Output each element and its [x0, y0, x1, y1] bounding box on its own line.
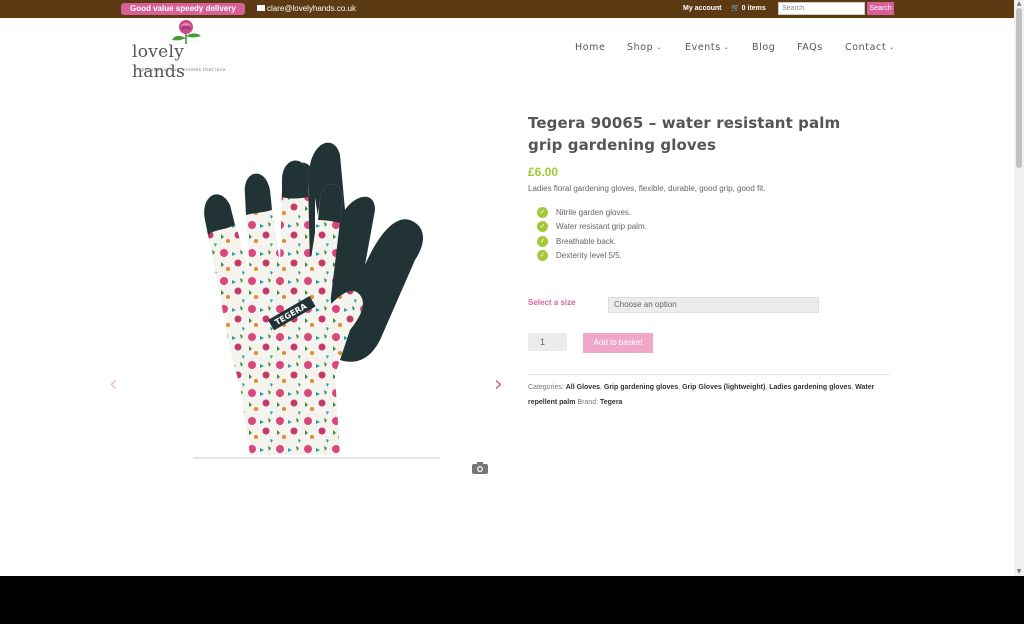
chevron-down-icon: ⌄ [723, 44, 730, 51]
camera-icon[interactable] [472, 462, 488, 474]
check-icon: ✓ [537, 221, 548, 233]
product-price: £6.00 [528, 165, 559, 179]
category-link[interactable]: Grip gardening gloves [604, 384, 678, 391]
promo-badge: Good value speedy delivery [121, 3, 245, 15]
site-logo[interactable]: lovely hands gloves that hug, creams tha… [130, 20, 242, 82]
vertical-scrollbar[interactable]: ▲ ▼ [1014, 0, 1024, 576]
feature-item: ✓ Water resistant grip palm. [537, 220, 647, 235]
email-link[interactable]: clare@lovelyhands.co.uk [257, 3, 356, 15]
size-select[interactable]: Choose an option [608, 297, 819, 313]
search-input[interactable] [778, 2, 865, 15]
size-label: Select a size [528, 298, 576, 307]
product-image-glove[interactable]: TEGERA [190, 135, 440, 460]
nav-blog[interactable]: Blog [752, 42, 775, 53]
feature-list: ✓ Nitrile garden gloves. ✓ Water resistant… [537, 205, 647, 263]
nav-home[interactable]: Home [575, 42, 605, 53]
product-meta: Categories: All Gloves, Grip gardening g… [528, 384, 875, 406]
logo-wordmark: lovely hands [132, 42, 186, 82]
gallery-prev-arrow[interactable]: ‹ [109, 374, 118, 396]
quantity-input[interactable]: 1 [528, 333, 567, 351]
chevron-down-icon: ⌄ [656, 44, 662, 51]
nav-contact-label: Contact [845, 42, 887, 53]
divider [528, 374, 890, 375]
nav-faqs[interactable]: FAQs [797, 42, 823, 53]
nav-shop-label: Shop [627, 42, 654, 53]
categories-label: Categories: [528, 384, 564, 391]
feature-text: Breathable back. [556, 236, 617, 246]
product-short-description: Ladies floral gardening gloves, flexible… [528, 184, 766, 193]
nav-contact[interactable]: Contact ⌄ [845, 42, 895, 53]
feature-text: Dexterity level 5/5. [556, 251, 622, 261]
scrollbar-thumb[interactable] [1016, 8, 1022, 168]
feature-text: Nitrile garden gloves. [556, 207, 632, 217]
feature-item: ✓ Nitrile garden gloves. [537, 205, 647, 220]
scroll-down-icon[interactable]: ▼ [1015, 568, 1023, 576]
cart-link[interactable]: 🛒 0 items [731, 3, 766, 14]
logo-tagline: gloves that hug, creams that love [140, 68, 226, 73]
check-icon: ✓ [537, 250, 548, 262]
brand-link[interactable]: Tegera [600, 399, 622, 406]
scroll-up-icon[interactable]: ▲ [1015, 0, 1023, 8]
feature-item: ✓ Breathable back. [537, 234, 647, 249]
gallery-progress-bar [193, 457, 440, 459]
feature-item: ✓ Dexterity level 5/5. [537, 249, 647, 264]
feature-text: Water resistant grip palm. [556, 222, 647, 232]
product-title: Tegera 90065 – water resistant palm grip… [528, 114, 841, 154]
brand-label: Brand: [577, 399, 599, 406]
check-icon: ✓ [537, 206, 548, 218]
browser-viewport: Good value speedy delivery clare@lovelyh… [0, 0, 1014, 576]
email-text: clare@lovelyhands.co.uk [267, 4, 357, 13]
check-icon: ✓ [537, 235, 548, 247]
add-to-basket-button[interactable]: Add to basket [583, 333, 653, 353]
chevron-down-icon: ⌄ [889, 44, 895, 51]
gallery-next-arrow[interactable]: › [494, 374, 503, 396]
cart-count: 0 items [741, 5, 766, 12]
envelope-icon [257, 5, 265, 11]
cart-icon: 🛒 [731, 5, 740, 12]
category-link[interactable]: Grip Gloves (lightweight) [682, 384, 765, 391]
category-link[interactable]: Ladies gardening gloves [769, 384, 851, 391]
top-bar: Good value speedy delivery clare@lovelyh… [0, 0, 1014, 18]
search-button[interactable]: Search [867, 2, 894, 15]
nav-shop[interactable]: Shop ⌄ [627, 42, 662, 53]
my-account-link[interactable]: My account [683, 3, 722, 14]
nav-events-label: Events [685, 42, 721, 53]
category-link[interactable]: All Gloves [566, 384, 600, 391]
nav-events[interactable]: Events ⌄ [685, 42, 729, 53]
